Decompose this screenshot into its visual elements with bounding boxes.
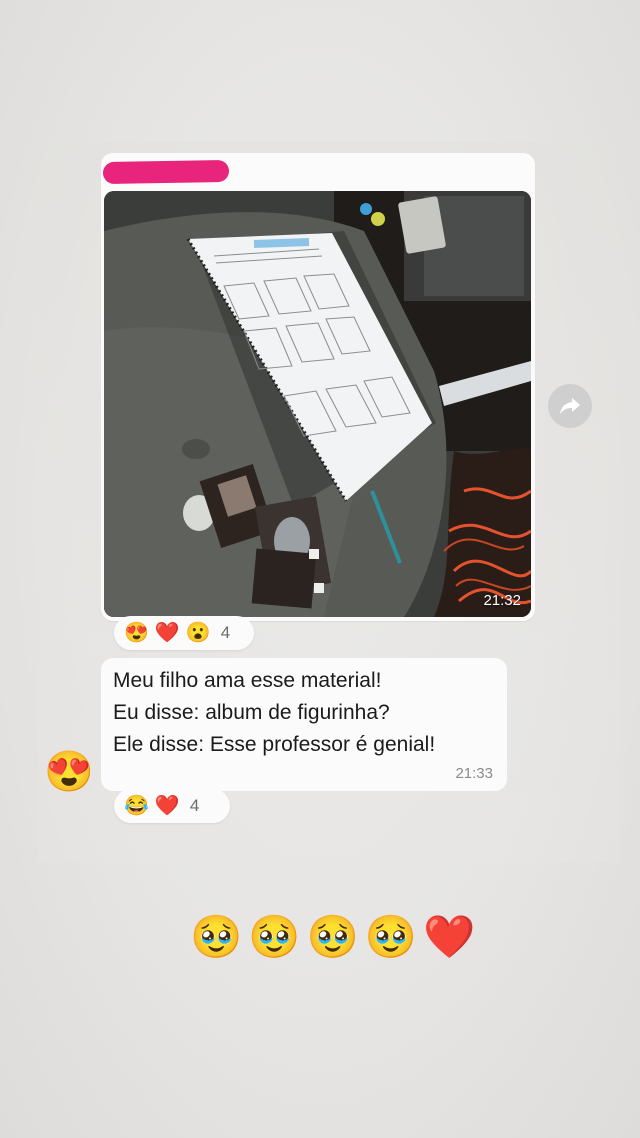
- message-line-2: Eu disse: album de figurinha?: [113, 701, 390, 724]
- photo-timestamp: 21:32: [483, 592, 521, 609]
- red-heart-emoji: ❤️: [423, 913, 476, 960]
- reaction-heart-eyes: 😍: [124, 622, 149, 644]
- reaction-count: 4: [189, 796, 200, 815]
- message-photo[interactable]: 21:32: [104, 191, 531, 617]
- reaction-red-heart: ❤️: [154, 795, 180, 817]
- message-timestamp: 21:33: [455, 765, 493, 782]
- reaction-red-heart: ❤️: [154, 622, 180, 644]
- reaction-count: 4: [220, 623, 231, 642]
- reaction-surprised: 😮: [185, 622, 211, 644]
- image-message-reactions[interactable]: 😍 ❤️ 😮 4: [114, 616, 254, 650]
- forward-button[interactable]: [548, 384, 592, 428]
- image-message-bubble[interactable]: 21:32: [101, 153, 535, 621]
- message-line-1: Meu filho ama esse material!: [113, 669, 382, 692]
- story-sticker-heart-eyes: 😍: [44, 750, 94, 794]
- pleading-face-emoji: 🥹: [190, 913, 243, 960]
- forward-arrow-icon: [560, 398, 580, 414]
- pleading-face-emoji: 🥹: [364, 913, 418, 960]
- photo-illustration: [104, 191, 531, 617]
- pleading-face-emoji: 🥹: [306, 913, 359, 960]
- story-caption-emojis: 🥹 🥹 🥹 🥹 ❤️: [190, 912, 475, 962]
- text-message-reactions[interactable]: 😂 ❤️ 4: [114, 789, 230, 823]
- sender-name-redaction: [102, 159, 230, 185]
- reaction-tears-of-joy: 😂: [124, 795, 149, 817]
- message-line-3: Ele disse: Esse professor é genial!: [113, 733, 436, 756]
- text-message-bubble[interactable]: Meu filho ama esse material! Eu disse: a…: [101, 658, 507, 791]
- pleading-face-emoji: 🥹: [248, 913, 301, 960]
